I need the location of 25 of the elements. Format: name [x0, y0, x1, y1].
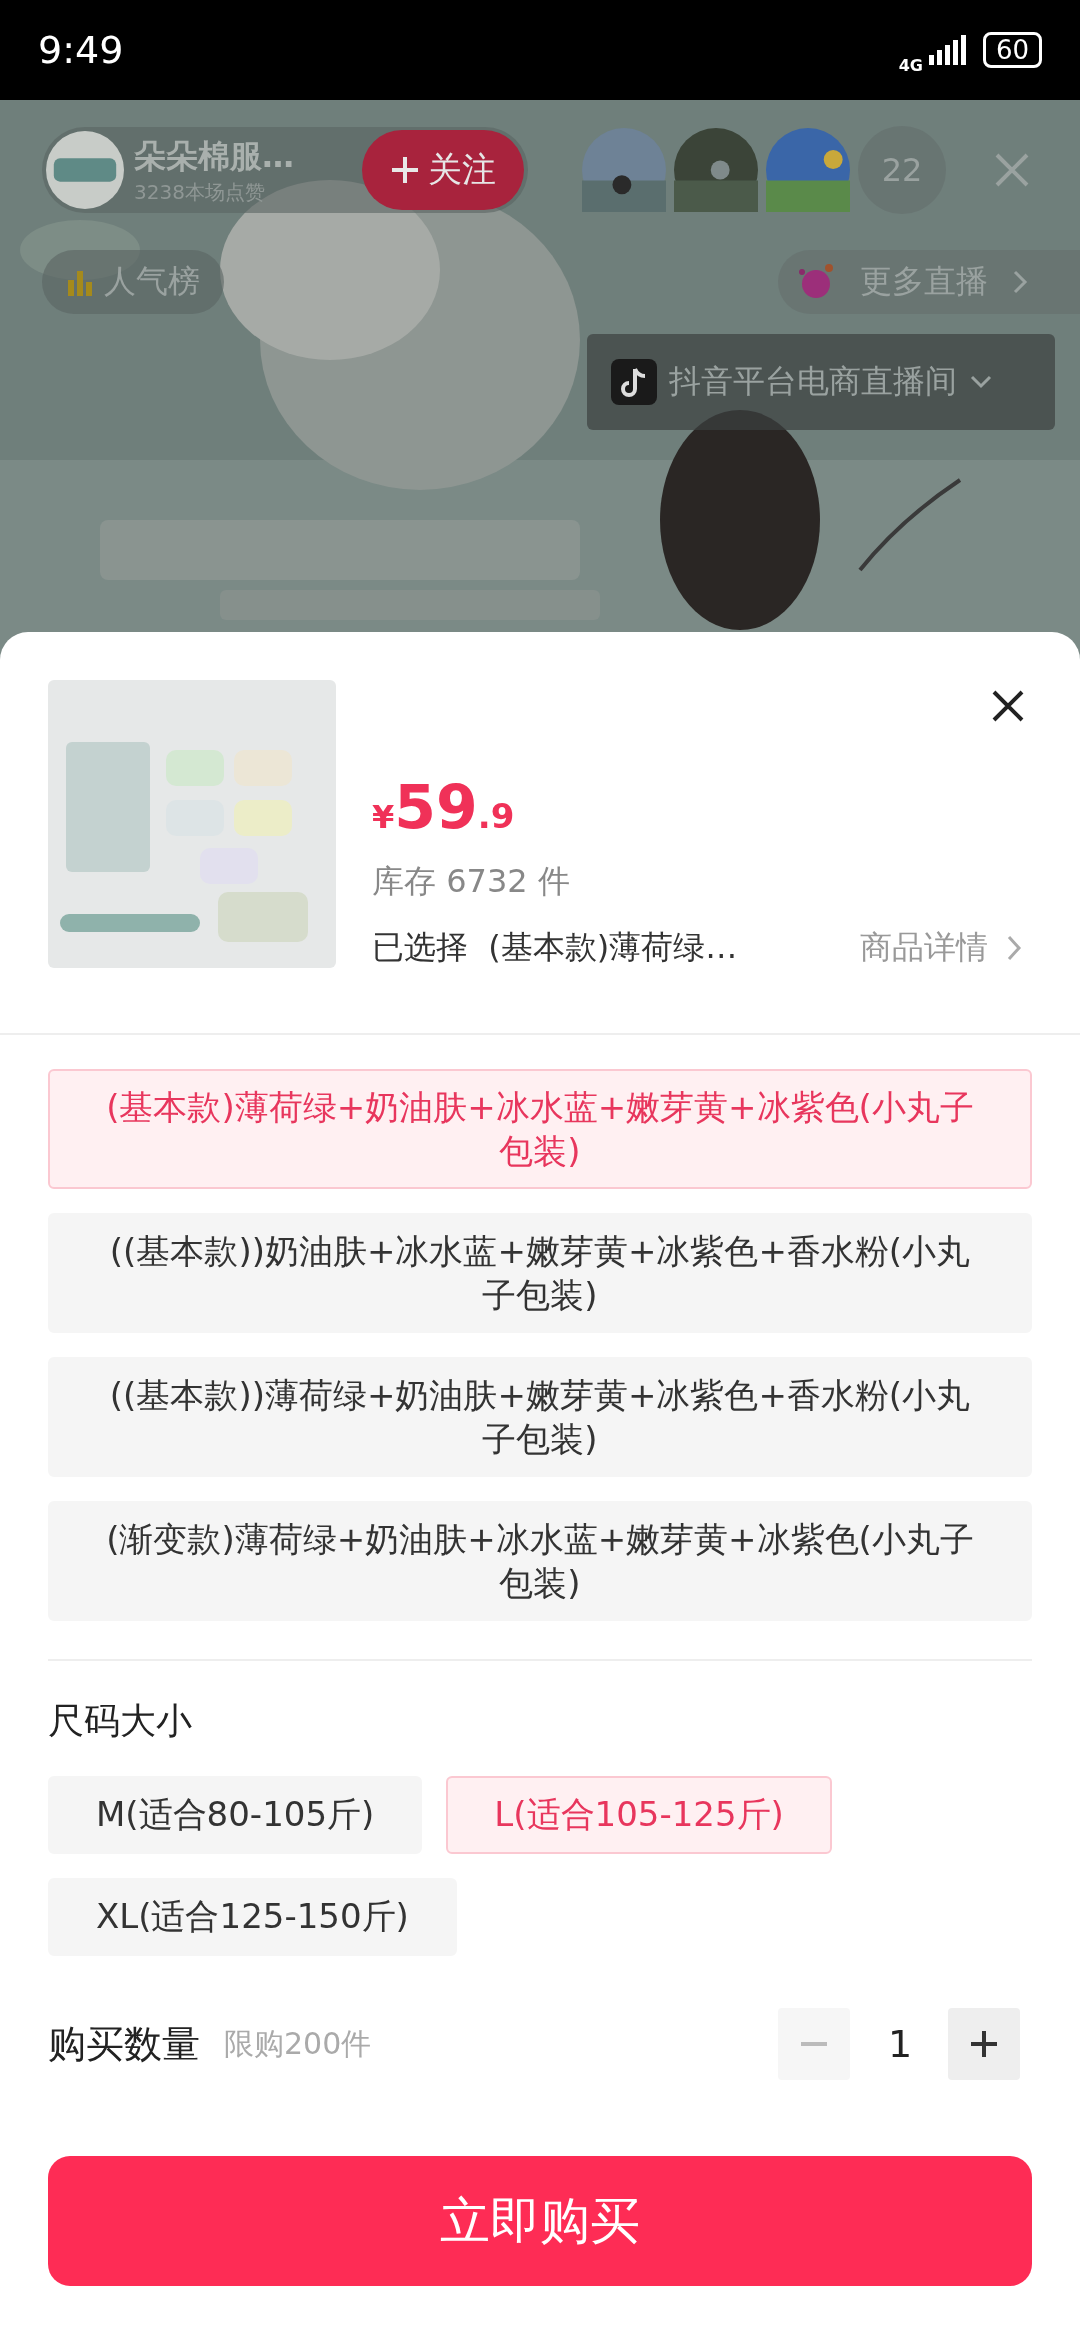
signal-icon — [928, 35, 967, 65]
variant-option[interactable]: (基本款)薄荷绿+奶油肤+冰水蓝+嫩芽黄+冰紫色(小丸子包装) — [48, 1069, 1032, 1189]
stock-count: 库存 6732 件 — [372, 861, 571, 902]
price: ¥59.9 — [372, 772, 516, 842]
battery-level: 60 — [982, 32, 1042, 68]
size-option[interactable]: XL(适合125-150斤) — [48, 1878, 457, 1956]
plus-icon — [971, 2031, 997, 2057]
variant-option[interactable]: ((基本款))薄荷绿+奶油肤+嫩芽黄+冰紫色+香水粉(小丸子包装) — [48, 1357, 1032, 1477]
size-option[interactable]: M(适合80-105斤) — [48, 1776, 423, 1854]
network-type: 4G — [898, 55, 923, 75]
chevron-right-icon — [1006, 934, 1022, 962]
variant-option[interactable]: ((基本款))奶油肤+冰水蓝+嫩芽黄+冰紫色+香水粉(小丸子包装) — [48, 1213, 1032, 1333]
details-link[interactable]: 商品详情 — [860, 926, 1022, 970]
quantity-label: 购买数量 — [48, 2020, 200, 2068]
clock-time: 9:49 — [38, 28, 124, 72]
quantity-value[interactable]: 1 — [888, 2022, 910, 2066]
minus-icon — [801, 2042, 827, 2046]
purchase-limit: 限购200件 — [224, 2024, 372, 2063]
size-title: 尺码大小 — [48, 1699, 193, 1743]
buy-now-button[interactable]: 立即购买 — [48, 2156, 1032, 2286]
selected-variant: 已选择 (基本款)薄荷绿… — [372, 927, 738, 968]
variant-option[interactable]: (渐变款)薄荷绿+奶油肤+冰水蓝+嫩芽黄+冰紫色(小丸子包装) — [48, 1501, 1032, 1621]
close-icon[interactable] — [992, 690, 1024, 722]
increase-button[interactable] — [948, 2008, 1020, 2080]
size-option[interactable]: L(适合105-125斤) — [446, 1776, 832, 1854]
